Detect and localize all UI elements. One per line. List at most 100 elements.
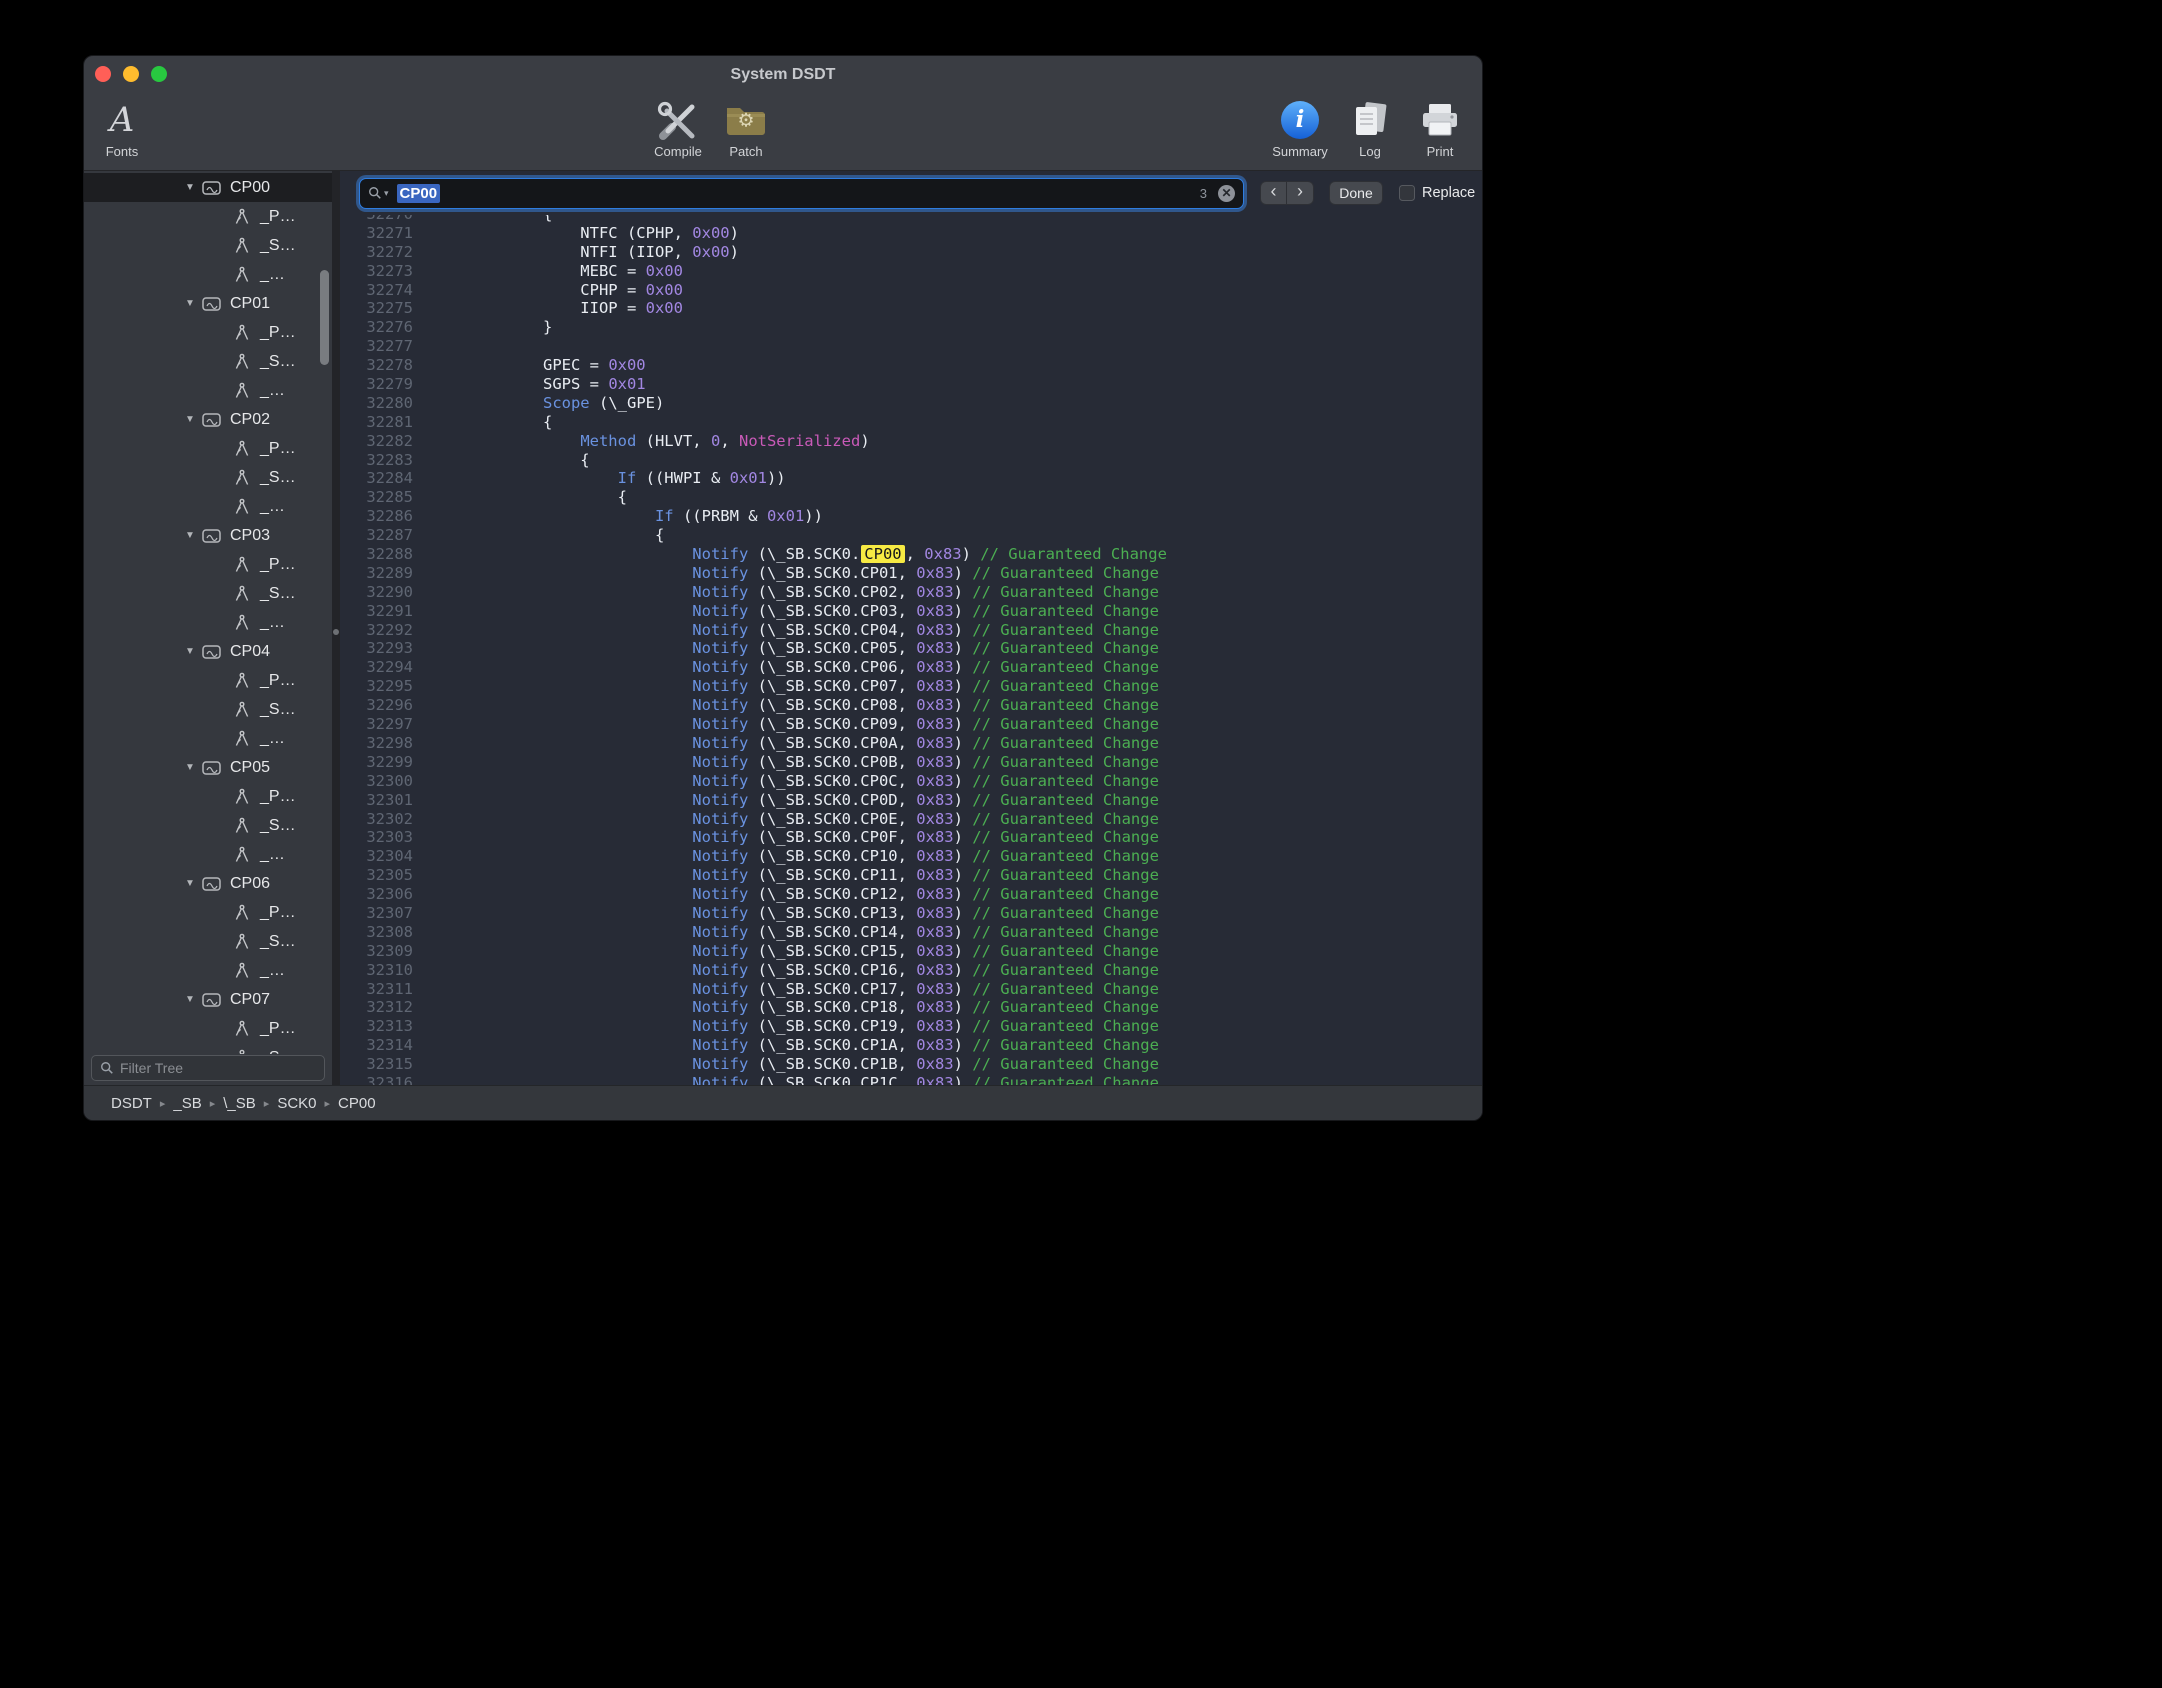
tree-item-child[interactable]: _S… xyxy=(84,579,332,608)
summary-button[interactable]: i Summary xyxy=(1266,96,1334,159)
patch-folder-icon: ⚙ xyxy=(723,96,769,143)
code-line: 32301 Notify (\_SB.SCK0.CP0D, 0x83) // G… xyxy=(340,791,1482,810)
tree-item-child[interactable]: _S… xyxy=(84,463,332,492)
disclosure-triangle-icon[interactable]: ▼ xyxy=(183,182,197,193)
line-number: 32278 xyxy=(340,356,413,375)
tree-item-CP07[interactable]: ▼ CP07 xyxy=(84,985,332,1014)
tree-item-child[interactable]: _P… xyxy=(84,318,332,347)
code-line: 32277 xyxy=(340,337,1482,356)
tree-item-child[interactable]: _P… xyxy=(84,898,332,927)
tree-item-child[interactable]: _P… xyxy=(84,666,332,695)
tree-item-child[interactable]: _… xyxy=(84,956,332,985)
disclosure-triangle-icon[interactable]: ▼ xyxy=(183,530,197,541)
pane-splitter[interactable] xyxy=(332,171,340,1085)
tree-item-label: _S… xyxy=(260,817,296,835)
tree-item-child[interactable]: _… xyxy=(84,724,332,753)
breadcrumb-item[interactable]: CP00 xyxy=(338,1095,376,1112)
tree-item-child[interactable]: _S… xyxy=(84,1043,332,1054)
previous-match-button[interactable]: ‹ xyxy=(1260,181,1287,205)
tree-item-label: _P… xyxy=(260,440,296,458)
tree-item-child[interactable]: _S… xyxy=(84,695,332,724)
tree-item-child[interactable]: _P… xyxy=(84,782,332,811)
sidebar-scrollbar[interactable] xyxy=(320,270,329,365)
tree-item-label: _… xyxy=(260,614,285,632)
tree-item-child[interactable]: _… xyxy=(84,376,332,405)
tree-item-label: _S… xyxy=(260,585,296,603)
next-match-button[interactable]: › xyxy=(1287,181,1314,205)
breadcrumb-item[interactable]: DSDT xyxy=(111,1095,152,1112)
disclosure-triangle-icon[interactable]: ▼ xyxy=(183,762,197,773)
disclosure-triangle-icon[interactable]: ▼ xyxy=(183,994,197,1005)
line-number: 32296 xyxy=(340,696,413,715)
method-icon xyxy=(232,933,252,951)
log-button[interactable]: Log xyxy=(1336,96,1404,159)
tree-item-child[interactable]: _P… xyxy=(84,1014,332,1043)
tree-item-label: CP00 xyxy=(230,179,270,197)
print-button[interactable]: Print xyxy=(1406,96,1474,159)
code-area: 32270 {32271 NTFC (CPHP, 0x00)32272 NTFI… xyxy=(340,205,1482,1085)
tree-item-child[interactable]: _S… xyxy=(84,231,332,260)
find-highlight: CP00 xyxy=(861,545,904,563)
line-number: 32274 xyxy=(340,281,413,300)
compile-label: Compile xyxy=(654,144,702,159)
clear-search-button[interactable]: ✕ xyxy=(1218,185,1235,202)
disclosure-triangle-icon[interactable]: ▼ xyxy=(183,878,197,889)
find-input[interactable]: ▾ CP00 3 ✕ xyxy=(359,178,1244,209)
tree-item-CP00[interactable]: ▼ CP00 xyxy=(84,173,332,202)
replace-checkbox[interactable] xyxy=(1399,185,1415,201)
breadcrumb-item[interactable]: _SB xyxy=(173,1095,201,1112)
sidebar: ▼CP00_P…_S…_…▼CP01_P…_S…_…▼CP02_P…_S…_…▼… xyxy=(84,171,332,1085)
search-menu-chevron-icon[interactable]: ▾ xyxy=(384,188,389,199)
patch-button[interactable]: ⚙ Patch xyxy=(712,96,780,159)
code-line: 32310 Notify (\_SB.SCK0.CP16, 0x83) // G… xyxy=(340,961,1482,980)
breadcrumb-item[interactable]: \_SB xyxy=(223,1095,256,1112)
code-line: 32280 Scope (\_GPE) xyxy=(340,394,1482,413)
line-number: 32305 xyxy=(340,866,413,885)
tree-item-CP01[interactable]: ▼CP01 xyxy=(84,289,332,318)
method-icon xyxy=(232,237,252,255)
filter-tree-input[interactable]: Filter Tree xyxy=(91,1055,325,1081)
toolbar: A Fonts xyxy=(84,94,1482,170)
tree-item-child[interactable]: _S… xyxy=(84,927,332,956)
method-icon xyxy=(232,962,252,980)
breadcrumb-item[interactable]: SCK0 xyxy=(277,1095,316,1112)
tree-item-child[interactable]: _… xyxy=(84,608,332,637)
done-button[interactable]: Done xyxy=(1329,181,1383,205)
tree-item-CP06[interactable]: ▼CP06 xyxy=(84,869,332,898)
tree-item-label: _S… xyxy=(260,237,296,255)
compile-button[interactable]: Compile xyxy=(644,96,712,159)
scope-icon xyxy=(202,991,222,1009)
tree-item-child[interactable]: _S… xyxy=(84,347,332,376)
fonts-icon: A xyxy=(110,103,135,137)
tree-item-CP04[interactable]: ▼CP04 xyxy=(84,637,332,666)
code-editor[interactable]: 32270 {32271 NTFC (CPHP, 0x00)32272 NTFI… xyxy=(340,171,1482,1085)
tree-item-child[interactable]: _… xyxy=(84,492,332,521)
splitter-handle[interactable] xyxy=(333,629,339,635)
tree-item-CP03[interactable]: ▼CP03 xyxy=(84,521,332,550)
fonts-button[interactable]: A Fonts xyxy=(88,96,156,159)
tree-item-child[interactable]: _… xyxy=(84,840,332,869)
method-icon xyxy=(232,266,252,284)
tree-item-label: _P… xyxy=(260,1020,296,1038)
tree-item-child[interactable]: _P… xyxy=(84,550,332,579)
tree-item-CP02[interactable]: ▼ CP02 xyxy=(84,405,332,434)
disclosure-triangle-icon[interactable]: ▼ xyxy=(183,298,197,309)
disclosure-triangle-icon[interactable]: ▼ xyxy=(183,646,197,657)
method-icon xyxy=(232,788,252,806)
tree-item-child[interactable]: _P… xyxy=(84,202,332,231)
tree-item-label: _S… xyxy=(260,353,296,371)
code-line: 32302 Notify (\_SB.SCK0.CP0E, 0x83) // G… xyxy=(340,810,1482,829)
tree-item-child[interactable]: _P… xyxy=(84,434,332,463)
tree-item-child[interactable]: _… xyxy=(84,260,332,289)
tree-item-label: CP02 xyxy=(230,411,270,429)
code-line: 32274 CPHP = 0x00 xyxy=(340,281,1482,300)
tree-item-CP05[interactable]: ▼CP05 xyxy=(84,753,332,782)
disclosure-triangle-icon[interactable]: ▼ xyxy=(183,414,197,425)
line-number: 32284 xyxy=(340,469,413,488)
tree-item-child[interactable]: _S… xyxy=(84,811,332,840)
line-number: 32281 xyxy=(340,413,413,432)
tree-item-label: CP07 xyxy=(230,991,270,1009)
line-number: 32308 xyxy=(340,923,413,942)
replace-toggle[interactable]: Replace xyxy=(1399,185,1475,201)
line-number: 32272 xyxy=(340,243,413,262)
